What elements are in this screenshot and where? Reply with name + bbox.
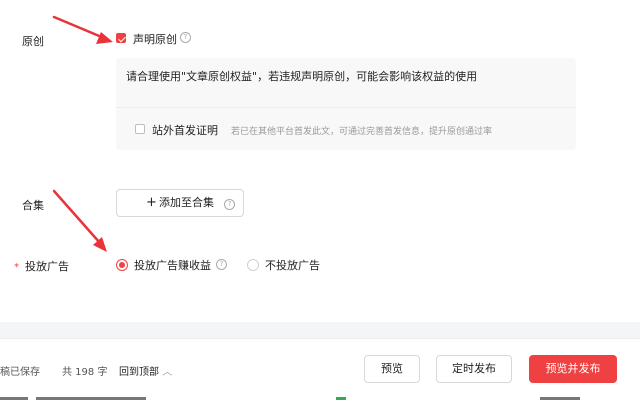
offsite-proof-hint: 若已在其他平台首发此文，可通过完善首发信息，提升原创通过率 [231,127,493,137]
declare-original-checkbox[interactable] [116,33,126,43]
word-count: 共 198 字 [62,367,108,378]
footer-bar: 稿已保存 共 198 字 回到顶部 ︿ 预览 定时发布 预览并发布 [0,338,640,395]
preview-and-publish-button[interactable]: 预览并发布 [529,355,617,383]
form-panel: 原创 声明原创 请合理使用"文章原创权益"，若违规声明原创，可能会影响该权益的使… [0,0,640,322]
collection-label: 合集 [22,199,44,212]
plus-icon: + [146,195,157,210]
original-label: 原创 [22,35,44,48]
schedule-publish-button[interactable]: 定时发布 [436,355,512,383]
ads-label: * 投放广告 [14,258,69,274]
required-mark: * [14,262,19,273]
radio-no-ads-label[interactable]: 不投放广告 [265,257,320,273]
save-status: 稿已保存 [0,367,40,378]
help-icon[interactable] [180,32,191,43]
offsite-proof-checkbox[interactable] [135,124,145,134]
help-icon[interactable] [224,199,235,210]
back-to-top-link[interactable]: 回到顶部 ︿ [119,363,172,378]
offsite-proof-label[interactable]: 站外首发证明 [152,122,218,138]
radio-run-ads-label[interactable]: 投放广告赚收益 [134,257,211,273]
cropped-strip [0,394,640,402]
preview-button[interactable]: 预览 [364,355,420,383]
original-notice-text: 请合理使用"文章原创权益"，若违规声明原创，可能会影响该权益的使用 [126,70,478,83]
chevron-up-icon: ︿ [162,367,173,378]
radio-no-ads[interactable] [247,259,259,271]
back-to-top-label: 回到顶部 [119,367,159,378]
declare-original-label[interactable]: 声明原创 [133,31,177,47]
help-icon[interactable] [216,259,227,270]
ads-label-text: 投放广告 [25,260,69,273]
add-to-collection-label: 添加至合集 [158,196,214,209]
divider [116,107,576,108]
radio-run-ads[interactable] [116,259,128,271]
